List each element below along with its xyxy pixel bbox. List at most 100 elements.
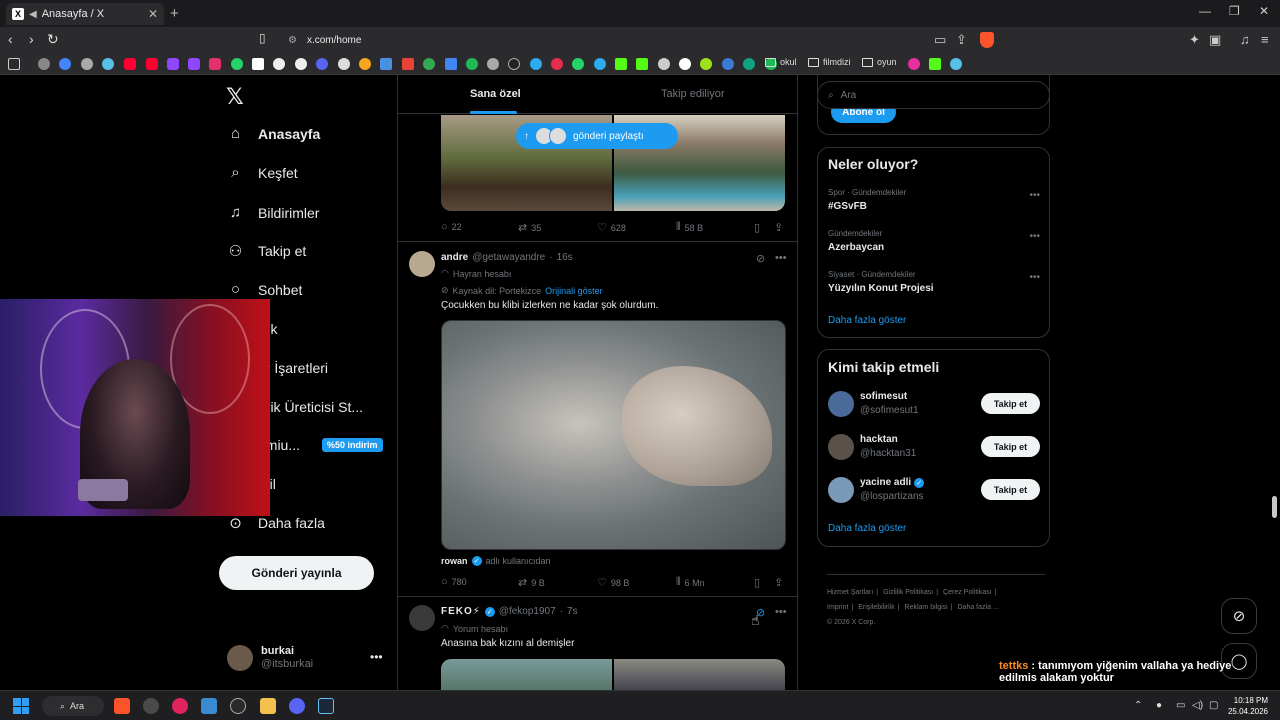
volume-icon[interactable]: ◁) <box>1192 700 1203 711</box>
tray-expand-icon[interactable]: ⌃ <box>1134 700 1142 711</box>
sidebar-item-more[interactable]: ⊙ Daha fazla <box>227 514 325 532</box>
media-player-icon[interactable] <box>172 698 188 714</box>
account-more-icon[interactable]: ••• <box>370 650 383 664</box>
bookmark-instagram-icon[interactable] <box>209 58 221 70</box>
brave-app-icon[interactable] <box>114 698 130 714</box>
trends-show-more-link[interactable]: Daha fazla göster <box>828 315 906 326</box>
bookmark-kick-icon[interactable] <box>636 58 648 70</box>
more-icon[interactable]: ••• <box>1029 272 1040 283</box>
sidebar-toggle-icon[interactable]: ▣ <box>1209 32 1221 48</box>
bookmark-site-icon[interactable] <box>359 58 371 70</box>
author-handle[interactable]: @getawayandre <box>472 252 545 263</box>
window-close-icon[interactable]: ✕ <box>1259 4 1269 18</box>
bookmark-kick-icon[interactable] <box>929 58 941 70</box>
account-switcher[interactable]: burkai @itsburkai <box>227 644 387 672</box>
apps-grid-icon[interactable] <box>8 58 20 70</box>
grok-app-icon[interactable] <box>230 698 246 714</box>
forward-icon[interactable]: › <box>29 31 34 47</box>
trend-item[interactable]: Gündemdekiler Azerbaycan ••• <box>828 229 1040 253</box>
site-info-icon[interactable]: ⚙ <box>288 35 297 46</box>
share-icon[interactable]: ⇪ <box>956 32 967 48</box>
grok-icon[interactable]: ⊘ <box>756 252 765 265</box>
post-time[interactable]: 7s <box>567 606 578 617</box>
steam-app-icon[interactable] <box>318 698 334 714</box>
sidebar-item-home[interactable]: ⌂ Anasayfa <box>227 125 320 142</box>
system-clock[interactable]: 10:18 PM 25.04.2026 <box>1226 695 1268 717</box>
bookmark-button[interactable]: ▯ <box>754 576 760 589</box>
repost-button[interactable]: ⇄ 9 B <box>518 576 545 589</box>
extensions-icon[interactable]: ✦ <box>1189 32 1200 48</box>
reply-button[interactable]: ○ 22 <box>441 221 462 233</box>
author-handle[interactable]: @fekop1907 <box>499 606 556 617</box>
more-icon[interactable]: ••• <box>775 252 787 264</box>
bookmark-button[interactable]: ▯ <box>754 221 760 234</box>
file-explorer-icon[interactable] <box>260 698 276 714</box>
address-bar[interactable]: ⚙ x.com/home <box>280 30 1000 50</box>
tab-following[interactable]: Takip ediliyor <box>661 88 725 100</box>
author-name[interactable]: andre <box>441 252 468 263</box>
bookmark-tiktok-icon[interactable] <box>273 58 285 70</box>
bookmark-site-icon[interactable] <box>81 58 93 70</box>
bookmark-drive-icon[interactable] <box>423 58 435 70</box>
bookmark-twitch-icon[interactable] <box>167 58 179 70</box>
maximize-icon[interactable]: ❐ <box>1229 4 1240 18</box>
network-icon[interactable]: ▭ <box>1176 700 1185 711</box>
trend-item[interactable]: Spor · Gündemdekiler #GSvFB ••• <box>828 188 1040 212</box>
grok-float-button[interactable]: ⊘ <box>1221 598 1257 634</box>
reload-icon[interactable]: ↻ <box>47 31 59 48</box>
photos-icon[interactable] <box>201 698 217 714</box>
bookmark-site-icon[interactable] <box>380 58 392 70</box>
bookmark-site-icon[interactable] <box>338 58 350 70</box>
menu-icon[interactable]: ≡ <box>1261 32 1269 47</box>
bookmark-site-icon[interactable] <box>722 58 734 70</box>
reply-button[interactable]: ○ 780 <box>441 576 467 588</box>
post-button[interactable]: Gönderi yayınla <box>219 556 374 590</box>
tray-app-icon[interactable]: ● <box>1156 700 1162 711</box>
bookmark-site-icon[interactable] <box>231 58 243 70</box>
close-icon[interactable]: ✕ <box>148 7 158 21</box>
bookmark-site-icon[interactable] <box>658 58 670 70</box>
avatar[interactable] <box>409 605 435 631</box>
new-tab-icon[interactable]: + <box>170 5 179 22</box>
bookmark-telegram-icon[interactable] <box>594 58 606 70</box>
cast-icon[interactable]: ▭ <box>934 32 946 48</box>
bookmark-site-icon[interactable] <box>551 58 563 70</box>
bookmark-github-icon[interactable] <box>508 58 520 70</box>
bookmark-x-icon[interactable] <box>252 58 264 70</box>
bookmark-site-icon[interactable] <box>908 58 920 70</box>
follow-button[interactable]: Takip et <box>981 436 1040 457</box>
minimize-icon[interactable]: — <box>1199 4 1211 18</box>
tray-app-icon[interactable]: ▢ <box>1209 700 1218 711</box>
bookmark-youtube-icon[interactable] <box>146 58 158 70</box>
bookmark-spotify-icon[interactable] <box>466 58 478 70</box>
bookmark-folder-filmdizi[interactable]: filmdizi <box>808 57 851 67</box>
avatar[interactable] <box>409 251 435 277</box>
search-input[interactable]: ⌕ Ara <box>817 81 1050 109</box>
sidebar-item-follow[interactable]: ⚇ Takip et <box>227 242 306 260</box>
bookmark-folder-okul[interactable]: okul <box>765 57 797 67</box>
follow-suggestion[interactable]: sofimesut @sofimesut1 Takip et <box>828 391 1040 419</box>
bookmark-docs-icon[interactable] <box>445 58 457 70</box>
trend-item[interactable]: Siyaset · Gündemdekiler Yüzyılın Konut P… <box>828 270 1040 294</box>
bookmark-tiktok-icon[interactable] <box>295 58 307 70</box>
follow-button[interactable]: Takip et <box>981 479 1040 500</box>
bookmark-youtube-icon[interactable] <box>124 58 136 70</box>
windows-start-icon[interactable] <box>13 698 29 714</box>
tab-for-you[interactable]: Sana özel <box>470 88 521 100</box>
discord-app-icon[interactable] <box>289 698 305 714</box>
follow-suggestion[interactable]: yacine adli ✓ @lospartizans Takip et <box>828 477 1040 505</box>
more-icon[interactable]: ••• <box>1029 190 1040 201</box>
follow-suggestion[interactable]: hacktan @hacktan31 Takip et <box>828 434 1040 462</box>
follow-button[interactable]: Takip et <box>981 393 1040 414</box>
bookmark-site-icon[interactable] <box>679 58 691 70</box>
sidebar-item-chat[interactable]: ○ Sohbet <box>227 281 302 298</box>
bookmark-site-icon[interactable] <box>950 58 962 70</box>
bookmark-folder-oyun[interactable]: oyun <box>862 57 897 67</box>
bookmark-site-icon[interactable] <box>102 58 114 70</box>
media-icon[interactable]: ♫ <box>1240 32 1250 47</box>
speaker-icon[interactable]: ◀ <box>29 9 37 20</box>
more-icon[interactable]: ••• <box>775 606 787 618</box>
views-button[interactable]: ⫴ 6 Mn <box>676 576 705 589</box>
more-icon[interactable]: ••• <box>1029 231 1040 242</box>
views-button[interactable]: ⫴ 58 B <box>676 221 703 234</box>
